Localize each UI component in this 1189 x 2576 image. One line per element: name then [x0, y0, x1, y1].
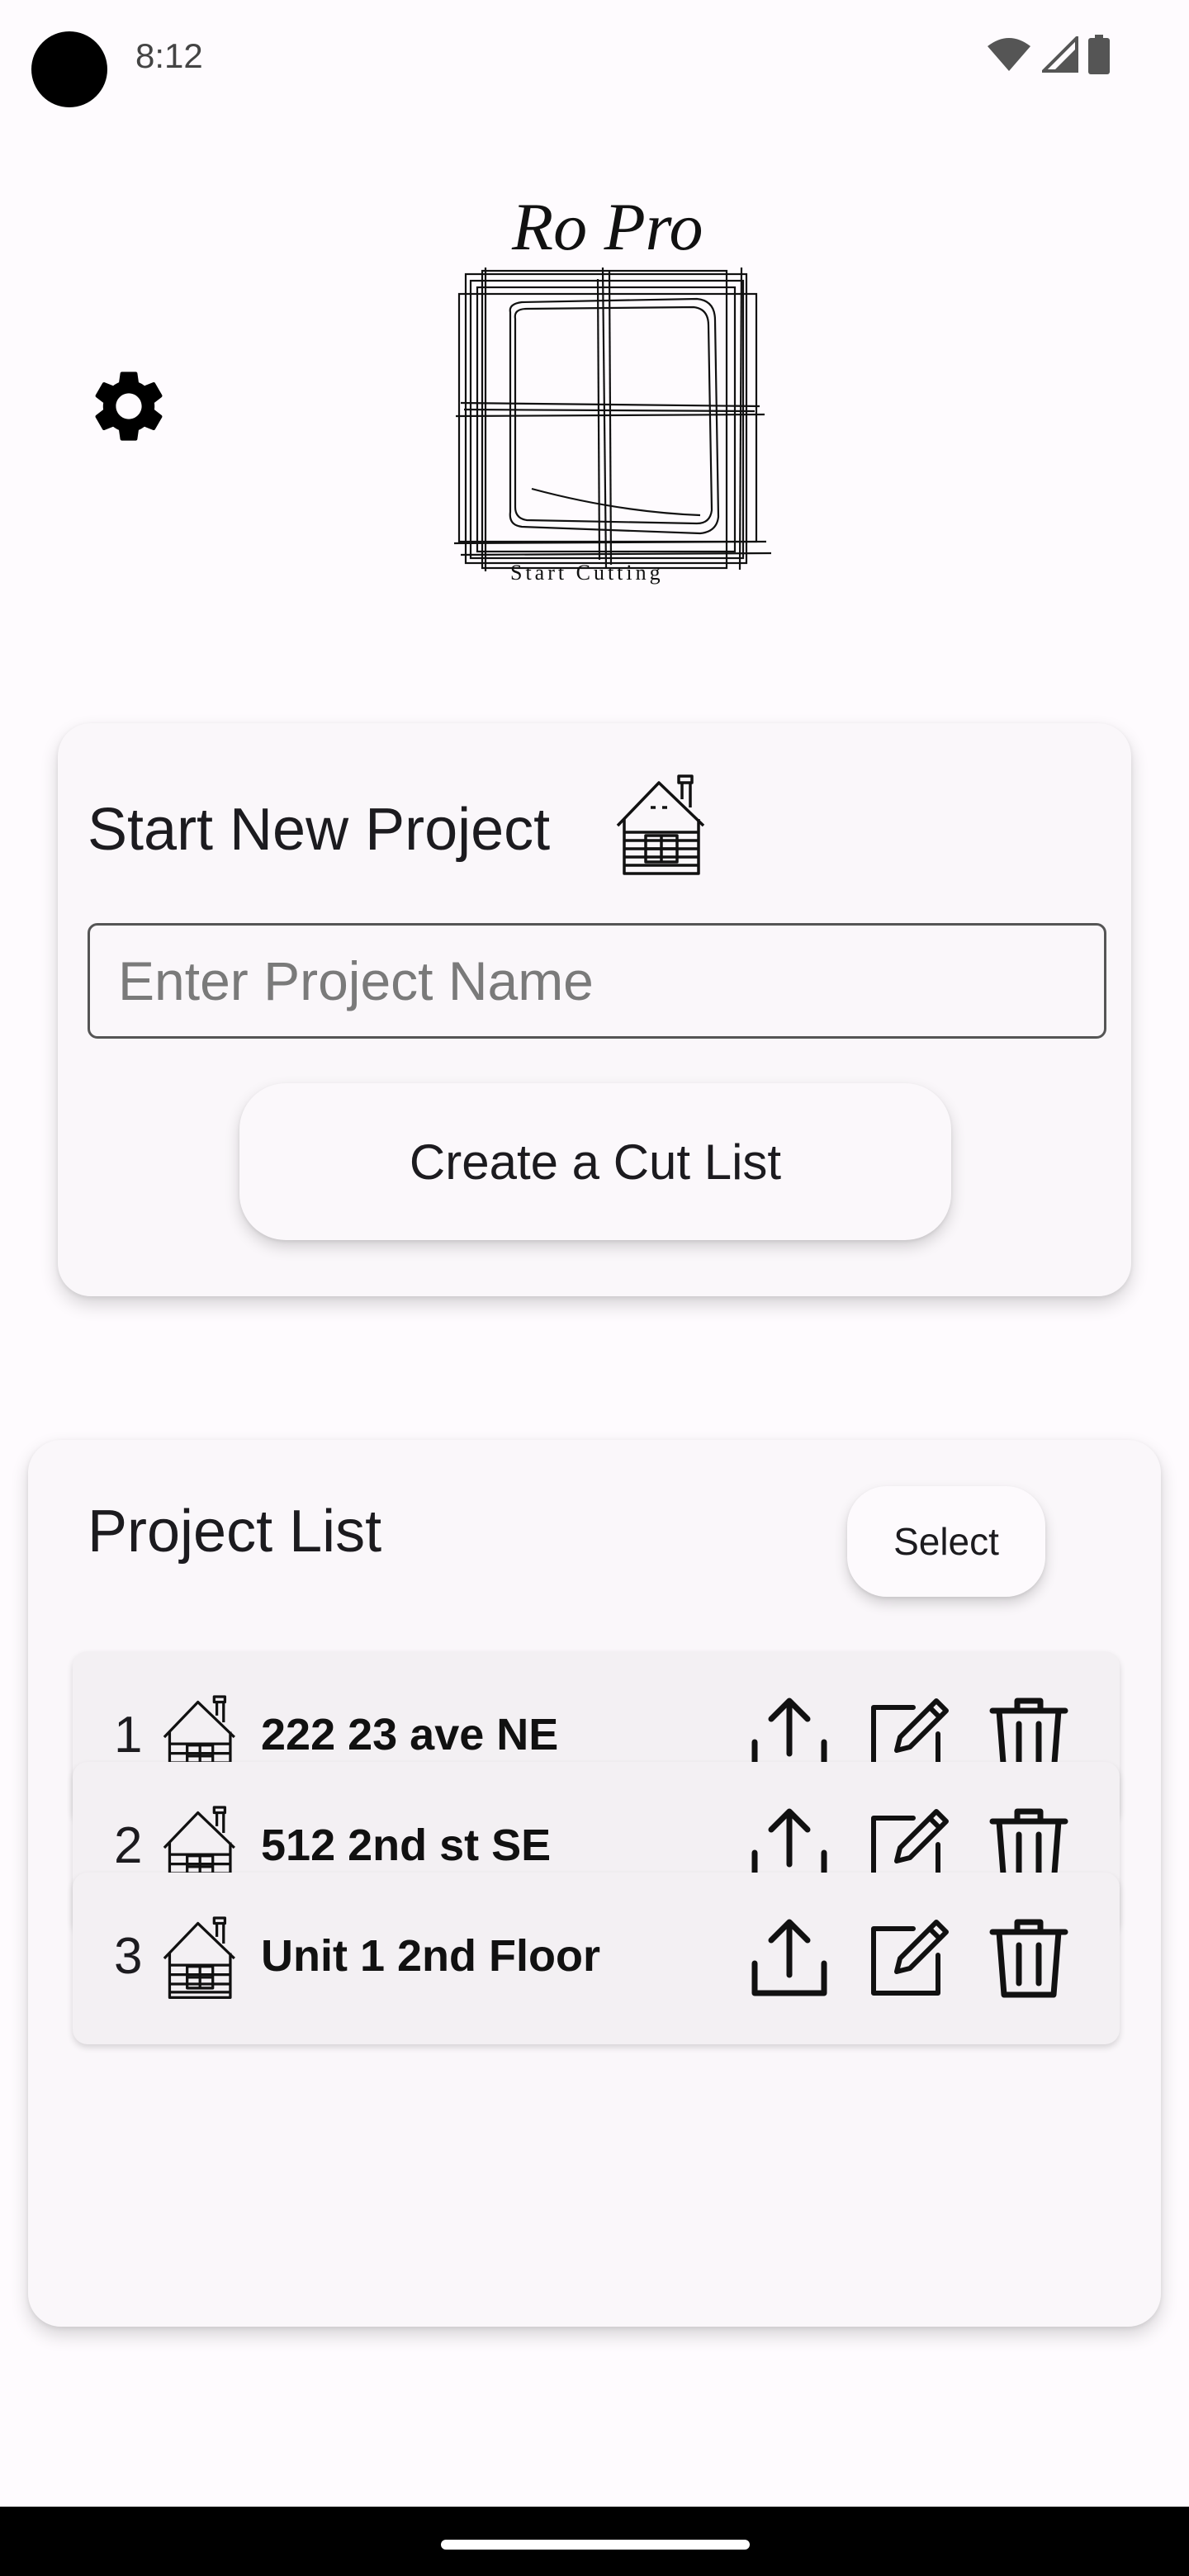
status-bar: 8:12 — [0, 0, 1189, 116]
project-row[interactable]: 3 Unit 1 2nd Floor — [73, 1873, 1120, 2044]
project-number: 1 — [114, 1707, 143, 1764]
log-cabin-icon — [616, 774, 705, 875]
project-number: 3 — [114, 1928, 143, 1985]
gear-icon[interactable] — [86, 363, 172, 449]
edit-icon[interactable] — [867, 1917, 950, 2000]
project-number: 2 — [114, 1817, 143, 1874]
home-screen: 8:12 Ro Pro Start Cutting Start New Proj… — [0, 0, 1189, 2576]
svg-text:Start Cutting: Start Cutting — [510, 561, 664, 585]
camera-cutout — [31, 31, 107, 107]
project-name: Unit 1 2nd Floor — [261, 1931, 600, 1981]
ro-pro-logo: Ro Pro Start Cutting — [453, 189, 772, 585]
project-list-title: Project List — [88, 1499, 382, 1565]
new-project-card: Start New Project Create a Cut L — [58, 723, 1131, 1296]
new-project-title: Start New Project — [88, 797, 551, 863]
project-name-input[interactable] — [88, 923, 1106, 1039]
share-icon[interactable] — [748, 1917, 831, 2000]
trash-icon[interactable] — [988, 1917, 1070, 2000]
wifi-icon — [988, 38, 1030, 71]
project-name: 512 2nd st SE — [261, 1821, 552, 1870]
signal-icon — [1042, 36, 1078, 73]
status-icons — [986, 35, 1110, 74]
project-list-card: Project List Select 1 222 23 ave NE 2 51… — [28, 1440, 1161, 2327]
home-gesture-handle[interactable] — [441, 2540, 750, 2550]
project-name: 222 23 ave NE — [261, 1710, 559, 1759]
status-time: 8:12 — [135, 36, 203, 75]
create-cut-list-button[interactable]: Create a Cut List — [239, 1083, 951, 1240]
svg-text:Ro Pro: Ro Pro — [511, 189, 703, 264]
log-cabin-icon — [163, 1916, 235, 1999]
battery-icon — [1088, 35, 1110, 74]
select-button[interactable]: Select — [847, 1486, 1045, 1597]
